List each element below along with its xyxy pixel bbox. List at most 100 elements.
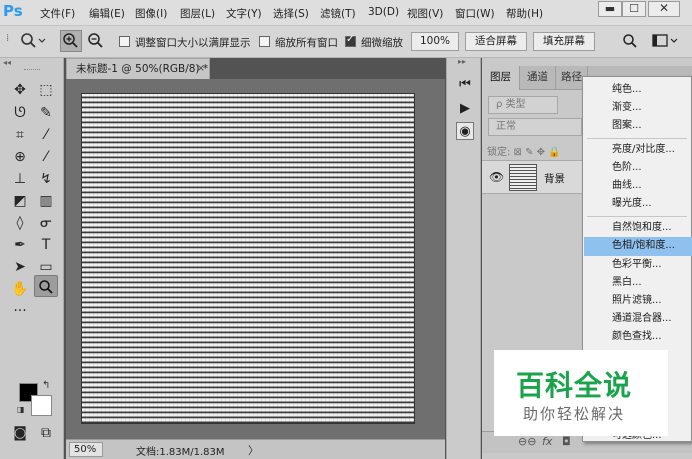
quick-mask-icon[interactable]: ◙ bbox=[8, 422, 32, 444]
menu-file[interactable]: 文件(F) bbox=[40, 6, 75, 21]
dock-collapse-icon[interactable]: ▸▸ bbox=[458, 57, 466, 66]
marquee-tool-icon[interactable]: ⬚ bbox=[34, 79, 58, 101]
zoom-tool-preset-icon[interactable] bbox=[20, 32, 46, 54]
menu-3d[interactable]: 3D(D) bbox=[368, 6, 399, 18]
collapse-arrows-icon[interactable]: ◂◂ bbox=[3, 58, 11, 67]
tab-layers[interactable]: 图层 bbox=[482, 66, 520, 90]
grip-icon: ⁞ bbox=[6, 33, 10, 44]
zoom-tool-icon[interactable] bbox=[34, 275, 58, 297]
menu-separator bbox=[587, 216, 687, 217]
blur-tool-icon[interactable]: ◊ bbox=[8, 212, 32, 234]
background-color-swatch[interactable] bbox=[31, 395, 52, 416]
document-size-info: 文档:1.83M/1.83M bbox=[136, 447, 225, 458]
zoom-in-icon[interactable] bbox=[60, 30, 82, 52]
menu-item-color-balance[interactable]: 色彩平衡... bbox=[584, 256, 692, 275]
document-window bbox=[66, 79, 445, 439]
zoom-all-windows-checkbox[interactable] bbox=[259, 36, 270, 47]
document-tab[interactable]: 未标题-1 @ 50%(RGB/8) * × bbox=[66, 58, 210, 79]
options-bar: ⁞ 调整窗口大小以满屏显示 缩放所有窗口 细微缩放 100% 适合屏幕 填充屏幕 bbox=[0, 26, 692, 58]
menu-item-pattern[interactable]: 图案... bbox=[584, 117, 692, 136]
zoom-100-button[interactable]: 100% bbox=[411, 32, 459, 51]
history-brush-tool-icon[interactable]: ↯ bbox=[34, 168, 58, 190]
menu-edit[interactable]: 编辑(E) bbox=[89, 6, 125, 21]
fit-screen-button[interactable]: 适合屏幕 bbox=[465, 32, 527, 51]
zoom-out-icon[interactable] bbox=[86, 31, 106, 55]
image-canvas[interactable] bbox=[81, 93, 415, 424]
swap-colors-icon[interactable]: ↰ bbox=[42, 380, 50, 391]
menu-item-brightness-contrast[interactable]: 亮度/对比度... bbox=[584, 141, 692, 160]
tools-panel: ◂◂ ✥ ⬚ ᘎ ✎ ⌗ ⁄ ⊕ ⁄ ⊥ ↯ ◩ ▥ ◊ ᓂ ✒ T ➤ ▭ ✋… bbox=[0, 58, 64, 459]
maximize-button[interactable]: ☐ bbox=[622, 1, 646, 17]
edit-toolbar-icon[interactable]: ··· bbox=[8, 300, 32, 322]
tab-channels[interactable]: 通道 bbox=[520, 66, 556, 90]
layer-mask-icon[interactable]: ◘ bbox=[562, 435, 571, 448]
menu-select[interactable]: 选择(S) bbox=[273, 6, 309, 21]
quick-selection-tool-icon[interactable]: ✎ bbox=[34, 102, 58, 124]
crop-tool-icon[interactable]: ⌗ bbox=[8, 124, 32, 146]
gradient-tool-icon[interactable]: ▥ bbox=[34, 190, 58, 212]
minimize-button[interactable]: ▬ bbox=[598, 1, 622, 17]
menu-item-levels[interactable]: 色阶... bbox=[584, 159, 692, 178]
fill-screen-button[interactable]: 填充屏幕 bbox=[533, 32, 595, 51]
brush-tool-icon[interactable]: ⁄ bbox=[34, 146, 58, 168]
zoom-level-field[interactable]: 50% bbox=[69, 442, 103, 457]
hand-tool-icon[interactable]: ✋ bbox=[8, 278, 32, 300]
status-menu-arrow-icon[interactable]: 〉 bbox=[248, 442, 259, 458]
menu-view[interactable]: 视图(V) bbox=[407, 6, 443, 21]
menu-window[interactable]: 窗口(W) bbox=[455, 6, 495, 21]
menu-item-curves[interactable]: 曲线... bbox=[584, 177, 692, 196]
workspace-switcher-icon[interactable] bbox=[652, 33, 682, 53]
scrubby-zoom-label: 细微缩放 bbox=[361, 37, 403, 49]
actions-panel-icon[interactable]: ▶ bbox=[456, 100, 474, 118]
menu-item-exposure[interactable]: 曝光度... bbox=[584, 195, 692, 214]
menu-item-gradient[interactable]: 渐变... bbox=[584, 99, 692, 118]
default-colors-icon[interactable]: ◨ bbox=[17, 405, 25, 414]
menu-filter[interactable]: 滤镜(T) bbox=[320, 6, 356, 21]
search-icon[interactable] bbox=[622, 33, 638, 53]
pen-tool-icon[interactable]: ✒ bbox=[8, 234, 32, 256]
menu-item-black-white[interactable]: 黑白... bbox=[584, 274, 692, 293]
menu-item-channel-mixer[interactable]: 通道混合器... bbox=[584, 310, 692, 329]
layer-kind-filter[interactable]: ρ 类型 bbox=[488, 96, 558, 114]
menu-type[interactable]: 文字(Y) bbox=[226, 6, 262, 21]
menu-bar: Ps 文件(F) 编辑(E) 图像(I) 图层(L) 文字(Y) 选择(S) 滤… bbox=[0, 0, 692, 26]
close-button[interactable]: ✕ bbox=[648, 1, 680, 17]
healing-brush-tool-icon[interactable]: ⊕ bbox=[8, 146, 32, 168]
menu-layer[interactable]: 图层(L) bbox=[180, 6, 215, 21]
menu-separator bbox=[587, 138, 687, 139]
layer-name: 背景 bbox=[544, 173, 565, 185]
menu-item-vibrance[interactable]: 自然饱和度... bbox=[584, 219, 692, 238]
layer-style-icon[interactable]: fx bbox=[542, 435, 552, 448]
menu-item-solid-color[interactable]: 纯色... bbox=[584, 81, 692, 100]
move-tool-icon[interactable]: ✥ bbox=[8, 79, 32, 101]
menu-item-color-lookup[interactable]: 颜色查找... bbox=[584, 328, 692, 347]
lock-options: 锁定: ⊠ ✎ ✥ 🔒 bbox=[487, 147, 561, 158]
close-document-icon[interactable]: × bbox=[197, 59, 205, 79]
visibility-eye-icon[interactable]: 👁 bbox=[489, 170, 504, 184]
menu-image[interactable]: 图像(I) bbox=[135, 6, 167, 21]
menu-item-photo-filter[interactable]: 照片滤镜... bbox=[584, 292, 692, 311]
clone-stamp-tool-icon[interactable]: ⊥ bbox=[8, 168, 32, 190]
scrubby-zoom-checkbox[interactable] bbox=[345, 34, 356, 47]
menu-item-hue-saturation[interactable]: 色相/饱和度... bbox=[584, 237, 692, 256]
watermark-logo: 百科全说 助你轻松解决 bbox=[494, 350, 668, 436]
status-bar: 50% 文档:1.83M/1.83M 〉 bbox=[66, 439, 445, 459]
resize-windows-checkbox[interactable] bbox=[119, 36, 130, 47]
screen-mode-icon[interactable]: ⧉ bbox=[34, 422, 58, 444]
menu-help[interactable]: 帮助(H) bbox=[506, 6, 543, 21]
eyedropper-tool-icon[interactable]: ⁄ bbox=[34, 124, 58, 146]
eraser-tool-icon[interactable]: ◩ bbox=[8, 190, 32, 212]
link-layers-icon[interactable]: ⊖⊖ bbox=[518, 435, 536, 448]
document-tab-title: 未标题-1 @ 50%(RGB/8) * bbox=[76, 63, 209, 75]
path-selection-tool-icon[interactable]: ➤ bbox=[8, 256, 32, 278]
panel-grip bbox=[24, 69, 40, 72]
history-panel-icon[interactable]: ⏮ bbox=[456, 76, 474, 94]
watermark-title: 百科全说 bbox=[516, 369, 633, 402]
dodge-tool-icon[interactable]: ᓂ bbox=[34, 212, 58, 234]
properties-panel-icon[interactable]: ◉ bbox=[456, 122, 474, 140]
lasso-tool-icon[interactable]: ᘎ bbox=[8, 102, 32, 124]
resize-windows-label: 调整窗口大小以满屏显示 bbox=[135, 37, 251, 49]
type-tool-icon[interactable]: T bbox=[34, 234, 58, 256]
blend-mode-select[interactable]: 正常 bbox=[488, 118, 582, 136]
photoshop-logo: Ps bbox=[3, 2, 23, 20]
